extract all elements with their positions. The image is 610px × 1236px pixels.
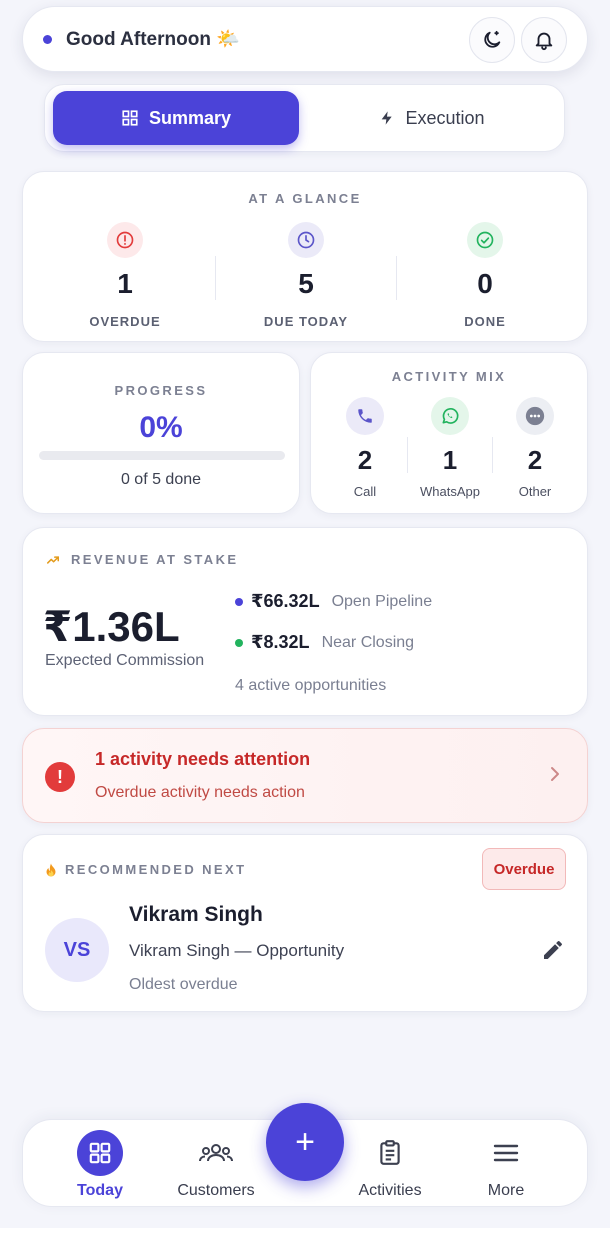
progress-card: PROGRESS 0% 0 of 5 done: [22, 352, 300, 514]
overdue-label: OVERDUE: [89, 314, 161, 329]
alert-circle-icon: [107, 222, 143, 258]
tab-execution-label: Execution: [405, 107, 485, 128]
near-closing-line: ₹8.32L Near Closing: [235, 632, 414, 653]
mix-other[interactable]: 2 Other: [492, 397, 578, 499]
overdue-note: Oldest overdue: [129, 976, 238, 993]
attention-alert[interactable]: ! 1 activity needs attention Overdue act…: [22, 728, 588, 823]
menu-icon: [483, 1130, 529, 1176]
view-tabs: Summary Execution: [44, 84, 565, 152]
alert-title: 1 activity needs attention: [95, 749, 311, 769]
glance-due-today[interactable]: 5 DUE TODAY: [216, 222, 396, 329]
grid-icon: [122, 110, 138, 126]
legend-dot: [235, 597, 243, 606]
recommended-header: RECOMMENDED NEXT: [45, 862, 246, 877]
near-closing-label: Near Closing: [321, 633, 415, 651]
more-dots-icon: [516, 397, 554, 435]
alert-subtitle: Overdue activity needs action: [95, 784, 305, 801]
whatsapp-count: 1: [442, 445, 458, 475]
check-circle-icon: [467, 222, 503, 258]
bell-icon: [535, 32, 553, 51]
pencil-icon[interactable]: [541, 938, 565, 962]
nav-more-label: More: [487, 1182, 525, 1199]
nav-today[interactable]: Today: [50, 1130, 150, 1200]
nav-today-label: Today: [77, 1182, 123, 1199]
glance-overdue[interactable]: 1 OVERDUE: [35, 222, 215, 329]
legend-dot: [235, 638, 243, 647]
tab-summary[interactable]: Summary: [53, 91, 299, 145]
top-header: Good Afternoon 🌤️: [22, 6, 588, 72]
progress-title: PROGRESS: [114, 383, 208, 398]
bottom-strip: [0, 1228, 610, 1236]
add-button[interactable]: +: [266, 1103, 344, 1181]
recommended-title: RECOMMENDED NEXT: [65, 862, 247, 877]
overdue-count: 1: [117, 268, 133, 299]
clock-icon: [288, 222, 324, 258]
contact-name: Vikram Singh: [129, 903, 263, 926]
open-pipeline-label: Open Pipeline: [331, 592, 433, 610]
mix-whatsapp[interactable]: 1 WhatsApp: [407, 397, 493, 499]
call-label: Call: [353, 484, 377, 499]
other-label: Other: [518, 484, 552, 499]
revenue-amount-label: Expected Commission: [45, 652, 205, 669]
tab-execution[interactable]: Execution: [307, 91, 557, 145]
activity-mix-card: ACTIVITY MIX 2 Call 1 WhatsApp 2 Other: [310, 352, 588, 514]
nav-more[interactable]: More: [456, 1130, 556, 1200]
lightning-icon: [382, 111, 393, 125]
phone-icon: [346, 397, 384, 435]
status-dot: [43, 34, 52, 44]
nav-activities[interactable]: Activities: [340, 1130, 440, 1200]
progress-bar: [39, 451, 285, 460]
done-count: 0: [477, 268, 493, 299]
dark-mode-button[interactable]: [469, 17, 515, 63]
clipboard-icon: [367, 1130, 413, 1176]
avatar: VS: [45, 918, 109, 982]
status-badge: Overdue: [482, 848, 566, 890]
done-label: DONE: [464, 314, 506, 329]
tab-summary-label: Summary: [148, 107, 232, 128]
other-count: 2: [527, 445, 543, 475]
nav-customers[interactable]: Customers: [166, 1130, 266, 1200]
nav-activities-label: Activities: [358, 1182, 422, 1199]
flame-icon: [46, 863, 56, 876]
nav-customers-label: Customers: [177, 1182, 255, 1199]
recommended-next-card[interactable]: RECOMMENDED NEXT Overdue VS Vikram Singh…: [22, 834, 588, 1012]
greeting-text: Good Afternoon 🌤️: [66, 29, 240, 50]
open-pipeline-value: ₹66.32L: [251, 591, 320, 611]
glance-done[interactable]: 0 DONE: [395, 222, 575, 329]
trending-up-icon: [46, 555, 60, 564]
whatsapp-icon: [431, 397, 469, 435]
at-a-glance-card: AT A GLANCE 1 OVERDUE 5 DUE TODAY 0 DONE: [22, 171, 588, 342]
notifications-button[interactable]: [521, 17, 567, 63]
chevron-right-icon: [551, 767, 559, 781]
mix-call[interactable]: 2 Call: [322, 397, 408, 499]
near-closing-value: ₹8.32L: [251, 632, 310, 652]
progress-summary: 0 of 5 done: [120, 471, 202, 488]
revenue-title: REVENUE AT STAKE: [71, 552, 239, 567]
activity-mix-title: ACTIVITY MIX: [391, 369, 507, 384]
exclamation-icon: !: [45, 762, 75, 792]
dashboard-icon: [77, 1130, 123, 1176]
open-pipeline-line: ₹66.32L Open Pipeline: [235, 591, 432, 612]
revenue-card: REVENUE AT STAKE ₹1.36L Expected Commiss…: [22, 527, 588, 716]
users-icon: [193, 1130, 239, 1176]
due-today-label: DUE TODAY: [263, 314, 349, 329]
glance-title: AT A GLANCE: [248, 191, 362, 206]
due-today-count: 5: [298, 268, 314, 299]
revenue-amount: ₹1.36L: [43, 603, 180, 650]
moon-icon: [484, 30, 501, 48]
active-opportunities: 4 active opportunities: [235, 677, 387, 694]
whatsapp-label: WhatsApp: [420, 484, 480, 499]
call-count: 2: [357, 445, 373, 475]
progress-percent: 0%: [139, 411, 183, 444]
opportunity-text: Vikram Singh — Opportunity: [129, 941, 345, 960]
revenue-header: REVENUE AT STAKE: [45, 552, 238, 567]
